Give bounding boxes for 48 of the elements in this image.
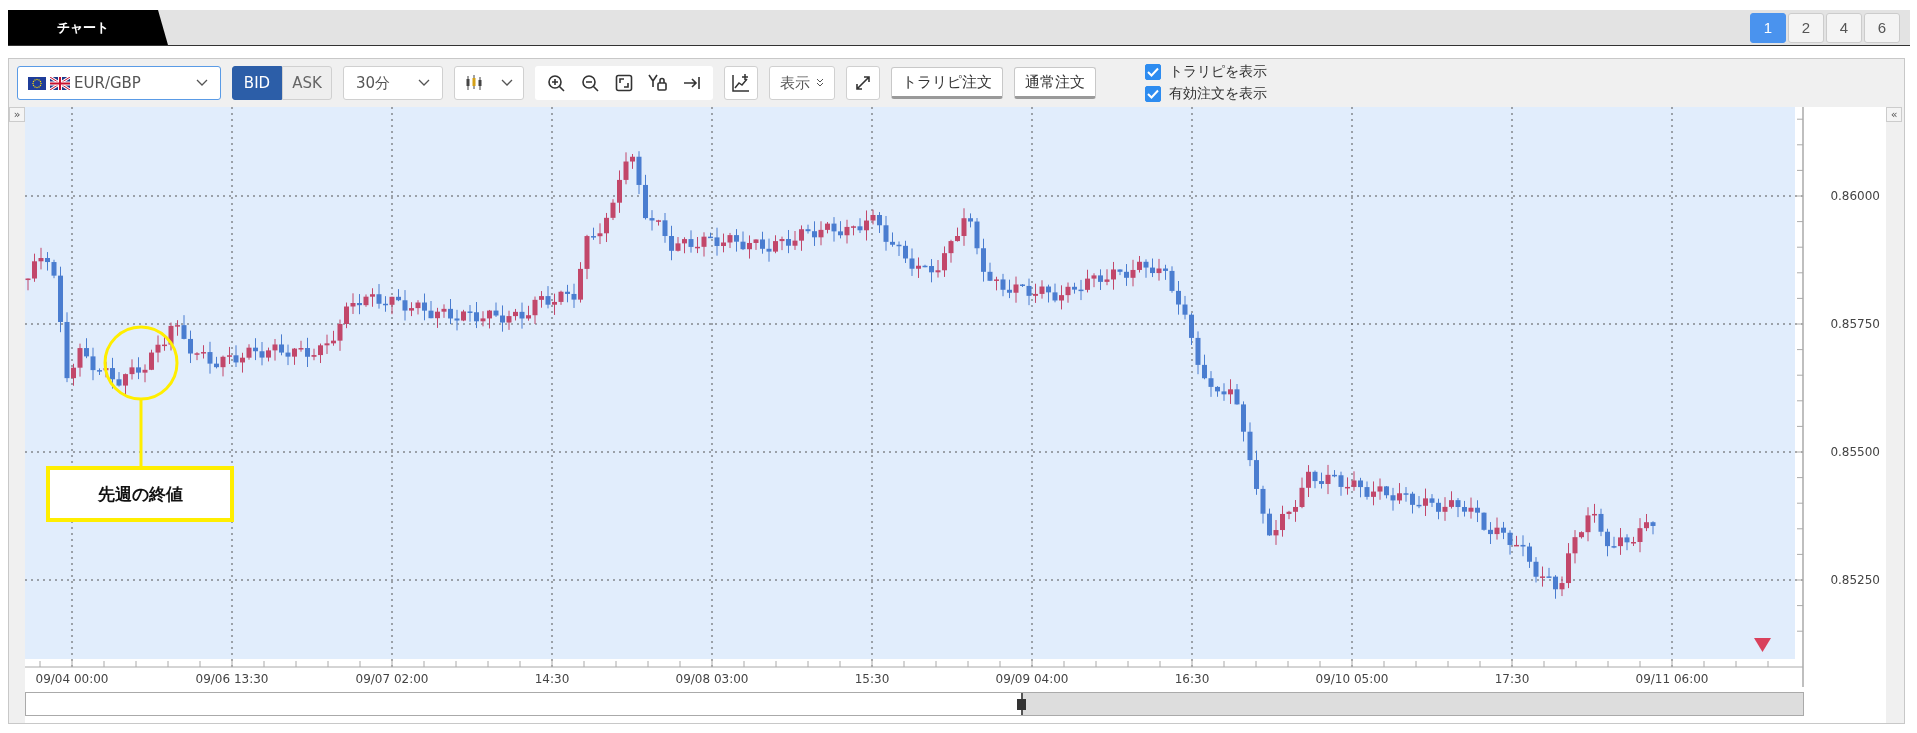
- layout-button[interactable]: 2: [1788, 12, 1824, 43]
- add-indicator-icon[interactable]: [724, 66, 758, 100]
- x-axis-label: 09/08 03:00: [675, 672, 749, 686]
- x-axis-label: 14:30: [534, 672, 570, 686]
- expand-icon[interactable]: [846, 66, 880, 100]
- currency-pair-select[interactable]: EUR/GBP: [17, 66, 221, 100]
- expand-left-toggle[interactable]: »: [9, 107, 25, 122]
- price-side-toggle[interactable]: ASK: [282, 66, 332, 100]
- double-chevron-icon: [816, 78, 824, 88]
- chevron-down-icon: [501, 79, 513, 87]
- y-axis-label: 0.85500: [1830, 445, 1880, 459]
- triangle-marker-icon: [1754, 638, 1771, 652]
- price-side-toggle[interactable]: BID: [232, 66, 282, 100]
- x-axis-label: 16:30: [1174, 672, 1210, 686]
- checkbox-label: 有効注文を表示: [1169, 85, 1267, 103]
- flag-icon: [50, 76, 70, 90]
- checkbox-label: トラリピを表示: [1169, 63, 1267, 81]
- x-axis-label: 09/09 04:00: [995, 672, 1069, 686]
- leader-line: [139, 399, 143, 467]
- chevron-down-icon: [418, 79, 430, 87]
- x-axis-label: 15:30: [854, 672, 890, 686]
- checkbox[interactable]: [1145, 86, 1161, 102]
- x-axis-label: 17:30: [1494, 672, 1530, 686]
- candlestick-icon: [465, 75, 483, 91]
- display-menu-button[interactable]: 表示: [769, 66, 835, 100]
- x-axis-label: 09/06 13:30: [195, 672, 269, 686]
- x-axis-label: 09/11 06:00: [1635, 672, 1709, 686]
- flag-icon: [28, 76, 46, 90]
- order-button[interactable]: 通常注文: [1014, 67, 1096, 99]
- layout-button[interactable]: 6: [1864, 12, 1900, 43]
- pair-label: EUR/GBP: [74, 74, 142, 92]
- x-axis-label: 09/10 05:00: [1315, 672, 1389, 686]
- chevron-down-icon: [196, 79, 208, 87]
- x-axis-label: 09/04 00:00: [35, 672, 109, 686]
- chart-tab[interactable]: チャート: [8, 10, 168, 45]
- order-button[interactable]: トラリピ注文: [891, 67, 1003, 99]
- interval-select[interactable]: 30分: [343, 66, 443, 100]
- y-axis-label: 0.85750: [1830, 317, 1880, 331]
- drag-handle[interactable]: [1017, 699, 1026, 710]
- x-axis-label: 09/07 02:00: [355, 672, 429, 686]
- y-axis-label: 0.85250: [1830, 573, 1880, 587]
- chart-type-select[interactable]: [454, 66, 524, 100]
- y-axis-label: 0.86000: [1830, 189, 1880, 203]
- callout-label: 先週の終値: [46, 466, 234, 522]
- time-scrollbar[interactable]: [25, 692, 1804, 716]
- layout-button[interactable]: 4: [1826, 12, 1862, 43]
- checkbox[interactable]: [1145, 64, 1161, 80]
- collapse-right-toggle[interactable]: «: [1886, 107, 1902, 122]
